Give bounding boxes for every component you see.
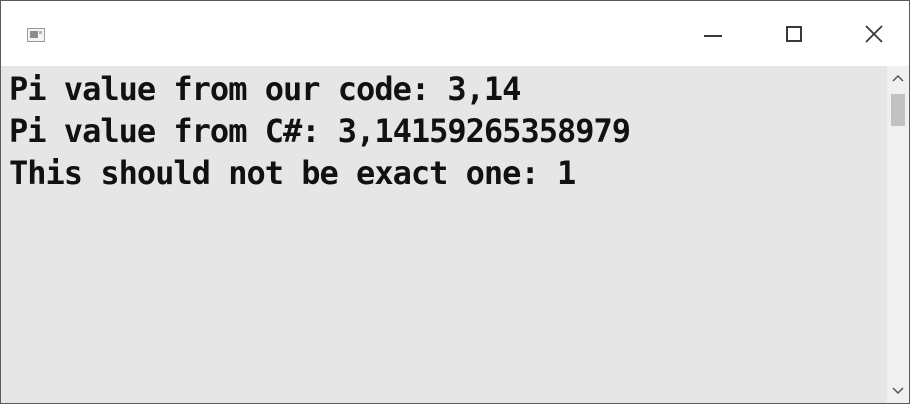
console-output[interactable]: Pi value from our code: 3,14 Pi value fr… <box>1 66 887 403</box>
console-line: Pi value from our code: 3,14 <box>9 70 521 108</box>
console-window: Pi value from our code: 3,14 Pi value fr… <box>0 0 910 404</box>
maximize-button[interactable] <box>772 1 818 66</box>
scroll-thumb[interactable] <box>891 94 905 126</box>
scroll-up-button[interactable] <box>887 66 909 90</box>
close-button[interactable] <box>851 1 897 66</box>
vertical-scrollbar[interactable] <box>887 66 909 403</box>
minimize-icon <box>704 35 722 37</box>
chevron-down-icon <box>892 387 904 395</box>
console-line: Pi value from C#: 3,14159265358979 <box>9 112 631 150</box>
maximize-icon <box>786 26 802 42</box>
close-icon <box>865 25 883 43</box>
scroll-down-button[interactable] <box>887 379 909 403</box>
minimize-button[interactable] <box>693 1 739 66</box>
console-app-icon[interactable] <box>27 28 45 42</box>
chevron-up-icon <box>892 74 904 82</box>
title-bar[interactable] <box>1 1 909 66</box>
console-line: This should not be exact one: 1 <box>9 154 576 192</box>
